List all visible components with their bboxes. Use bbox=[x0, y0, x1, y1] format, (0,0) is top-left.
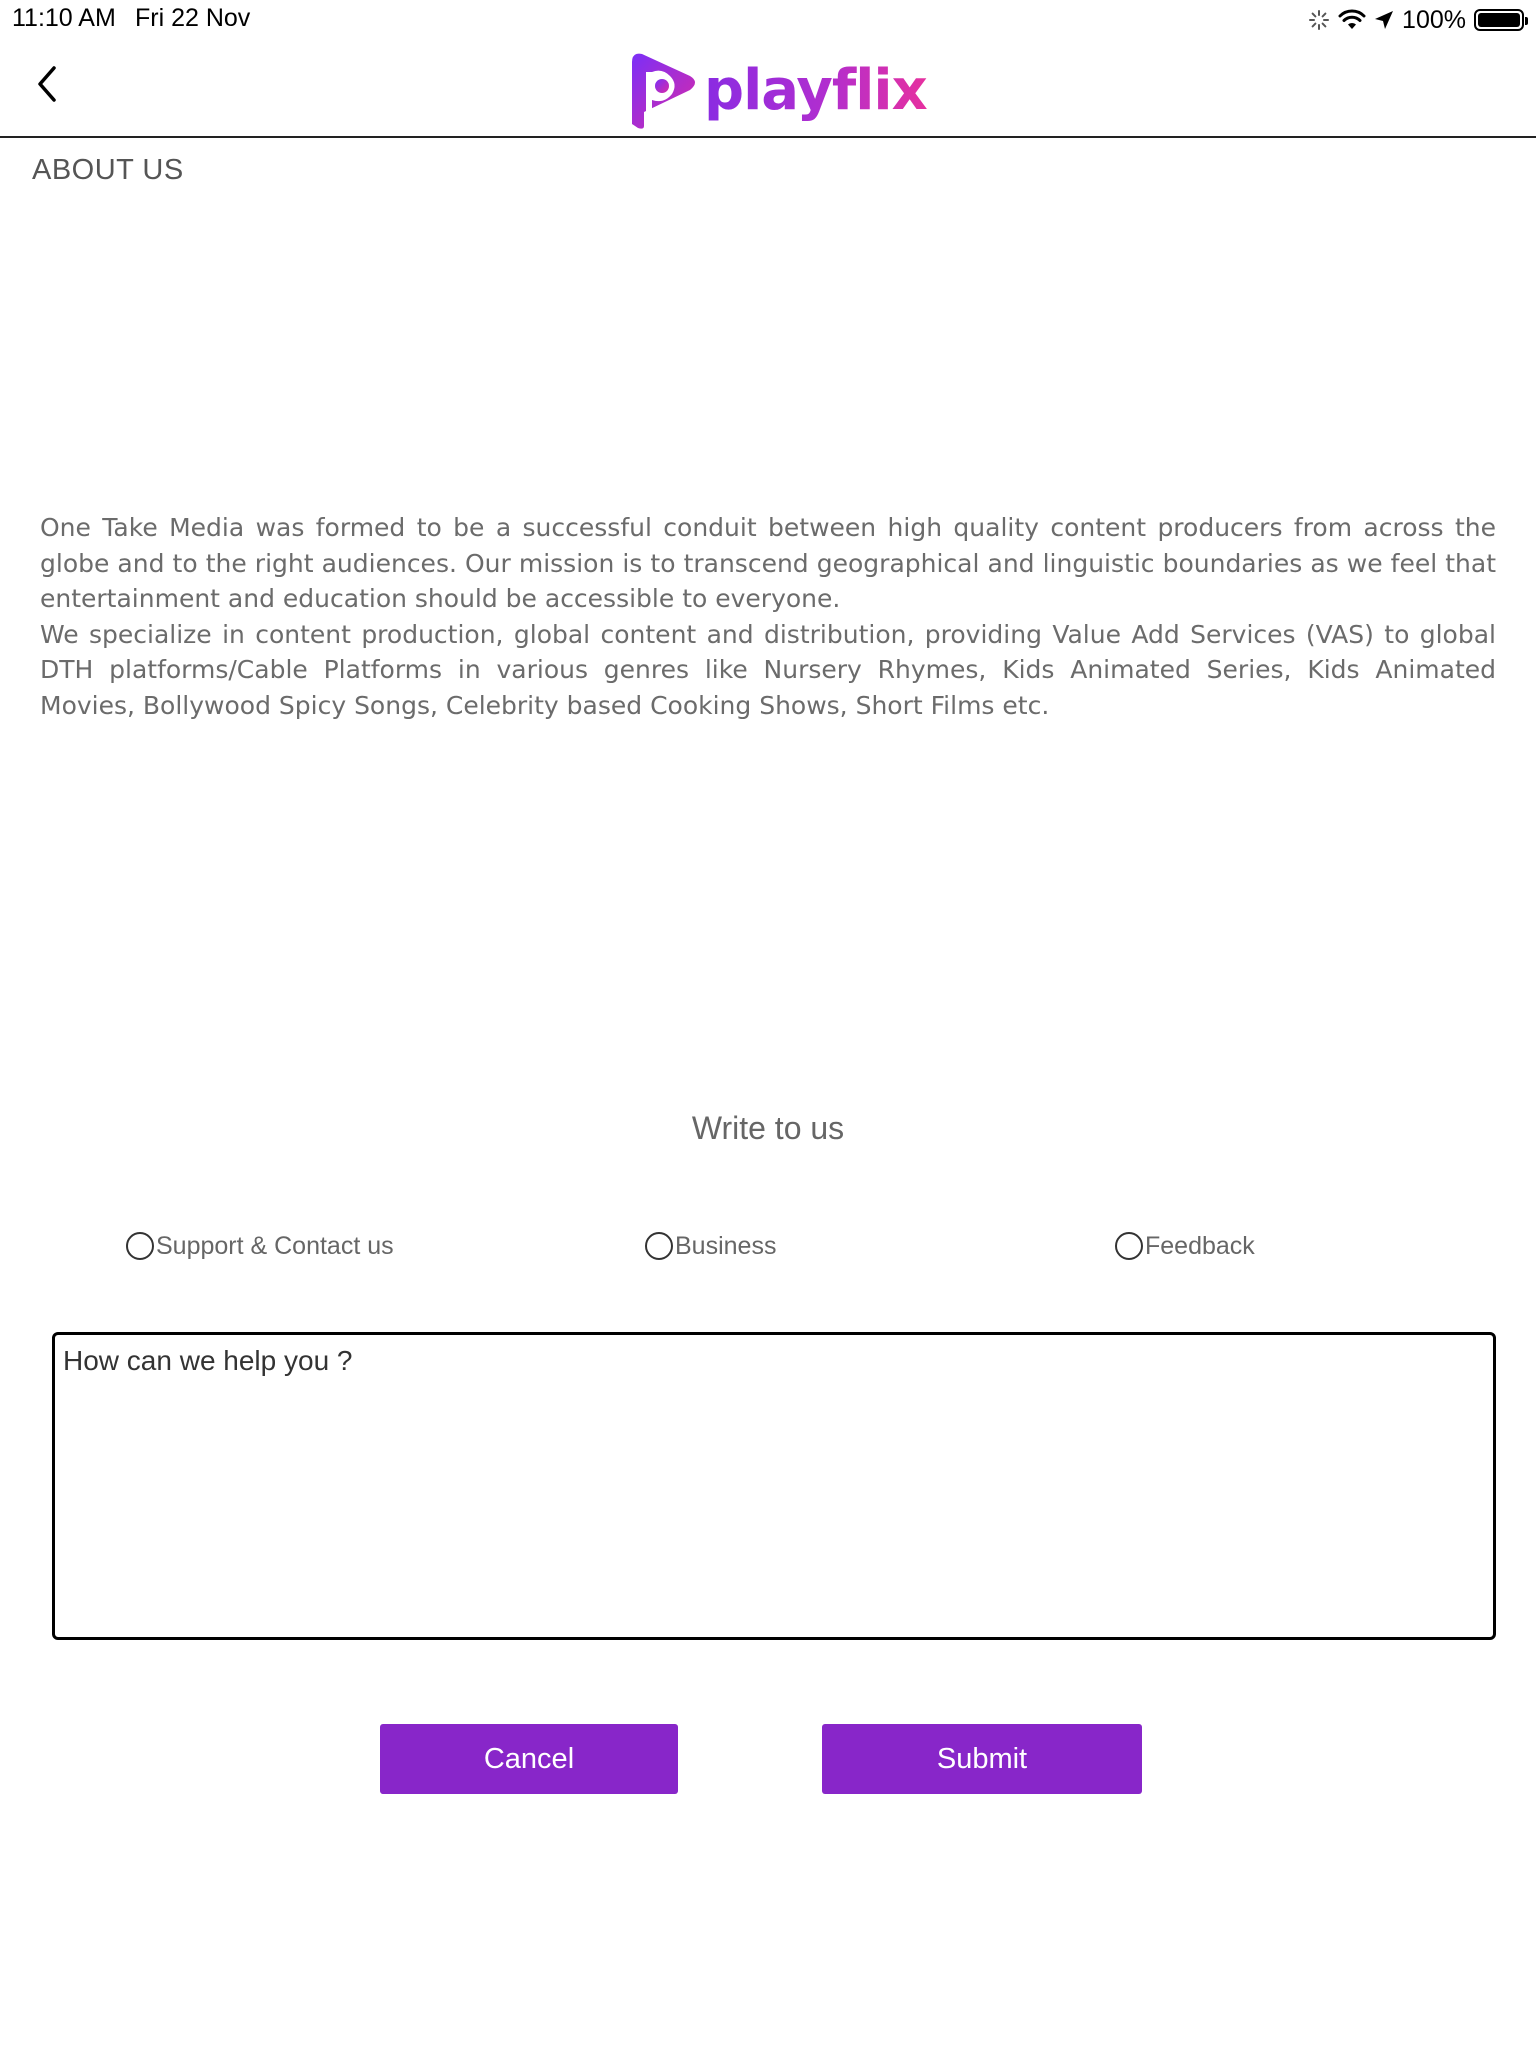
radio-business[interactable]: Business bbox=[645, 1226, 776, 1266]
radio-support-contact[interactable]: Support & Contact us bbox=[126, 1226, 394, 1266]
radio-label: Feedback bbox=[1145, 1231, 1255, 1260]
submit-button[interactable]: Submit bbox=[822, 1724, 1142, 1794]
radio-label: Support & Contact us bbox=[156, 1231, 394, 1260]
about-paragraph-2: We specialize in content production, glo… bbox=[40, 619, 1496, 720]
battery-icon bbox=[1474, 9, 1528, 31]
message-input[interactable] bbox=[52, 1332, 1496, 1640]
radio-circle-icon[interactable] bbox=[1115, 1232, 1143, 1260]
radio-circle-icon[interactable] bbox=[126, 1232, 154, 1260]
radio-label: Business bbox=[675, 1231, 777, 1260]
logo-text: playflix bbox=[704, 57, 928, 123]
activity-spinner-icon bbox=[1309, 10, 1330, 30]
cancel-button[interactable]: Cancel bbox=[380, 1724, 678, 1794]
page-title: ABOUT US bbox=[32, 154, 184, 186]
status-indicators: 100% bbox=[1308, 4, 1528, 36]
wifi-icon bbox=[1338, 9, 1366, 29]
playflix-logo: playflix bbox=[624, 52, 928, 129]
about-paragraph-1: One Take Media was formed to be a succes… bbox=[40, 513, 1496, 613]
status-time: 11:10 AM bbox=[12, 4, 116, 32]
radio-circle-icon[interactable] bbox=[645, 1232, 673, 1260]
status-bar: 11:10 AM Fri 22 Nov 100% bbox=[0, 0, 1536, 40]
write-to-us-heading: Write to us bbox=[691, 1110, 845, 1146]
radio-feedback[interactable]: Feedback bbox=[1115, 1226, 1255, 1266]
about-description: One Take Media was formed to be a succes… bbox=[40, 510, 1496, 723]
location-arrow-icon bbox=[1375, 11, 1394, 29]
chevron-left-icon bbox=[38, 66, 56, 102]
battery-percent: 100% bbox=[1402, 5, 1466, 34]
logo-mark-icon bbox=[632, 53, 695, 129]
back-button[interactable] bbox=[28, 60, 72, 110]
nav-bar: playflix bbox=[0, 40, 1536, 138]
status-date: Fri 22 Nov bbox=[135, 4, 251, 32]
